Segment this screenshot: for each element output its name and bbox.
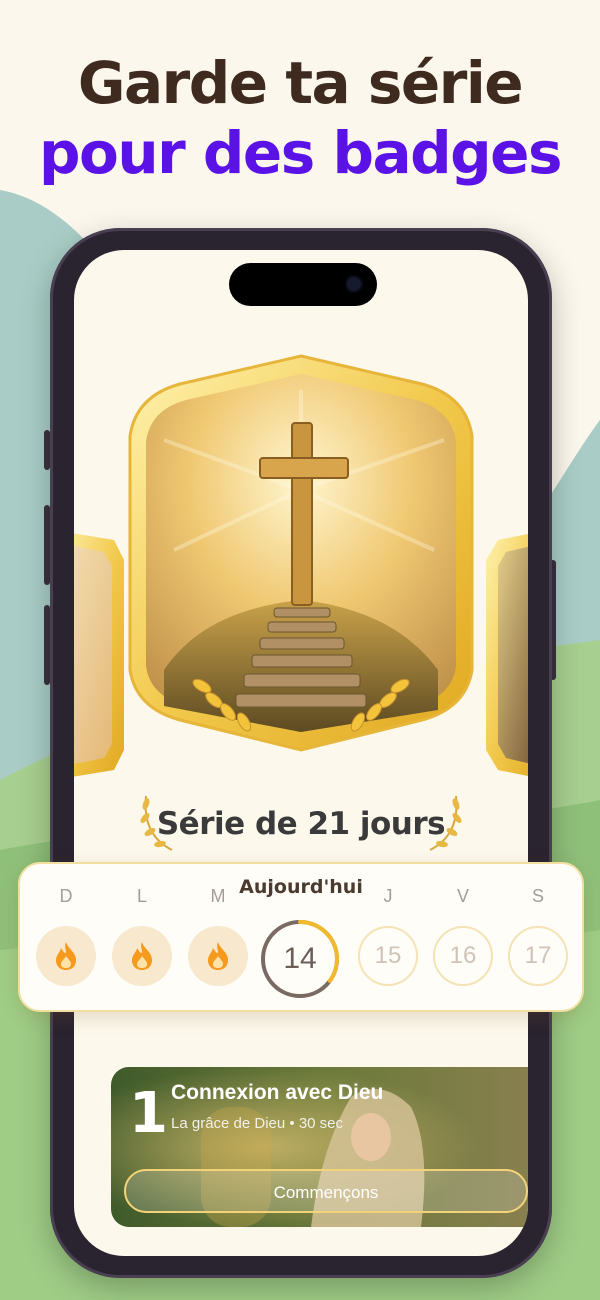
day-sunday[interactable]: D xyxy=(34,886,98,986)
session-card[interactable]: 1 Connexion avec Dieu La grâce de Dieu •… xyxy=(111,1067,528,1227)
day-letter: L xyxy=(136,886,147,906)
start-button[interactable]: Commençons xyxy=(124,1169,528,1213)
day-circle-future: 17 xyxy=(508,926,568,986)
day-thursday[interactable]: J 15 xyxy=(356,886,420,986)
badge-right-partial[interactable] xyxy=(486,530,528,780)
today-circle: 14 xyxy=(260,919,340,999)
headline-part1: Garde ta série xyxy=(77,49,524,117)
day-letter: J xyxy=(383,886,393,906)
badge-main[interactable] xyxy=(128,354,474,752)
phone-screen: Série de 21 jours 1 Connexion avec Dieu … xyxy=(74,250,528,1256)
day-letter: M xyxy=(210,886,226,906)
day-circle-done xyxy=(36,926,96,986)
day-letter xyxy=(258,888,342,914)
day-letter: S xyxy=(531,886,544,906)
day-today[interactable]: 14 xyxy=(258,888,342,999)
day-circle-future: 16 xyxy=(433,926,493,986)
day-saturday[interactable]: S 17 xyxy=(506,886,570,986)
day-friday[interactable]: V 16 xyxy=(431,886,495,986)
day-circle-done xyxy=(112,926,172,986)
camera-icon xyxy=(347,277,361,291)
flame-icon xyxy=(132,942,152,970)
dynamic-island xyxy=(229,263,377,306)
day-letter: V xyxy=(456,886,469,906)
today-date: 14 xyxy=(283,942,317,975)
badge-left-partial[interactable] xyxy=(74,530,124,780)
session-number: 1 xyxy=(129,1081,168,1146)
headline-accent: pour des badges xyxy=(38,119,563,187)
series-label: Série de 21 jours xyxy=(156,806,446,842)
day-monday[interactable]: L xyxy=(110,886,174,986)
phone-frame: Série de 21 jours 1 Connexion avec Dieu … xyxy=(50,228,552,1278)
day-tuesday[interactable]: M xyxy=(186,886,250,986)
flame-icon xyxy=(208,942,228,970)
week-streak-card: Aujourd'hui D L M 14 J 15 V 16 S 17 xyxy=(18,862,584,1012)
flame-icon xyxy=(56,942,76,970)
day-letter: D xyxy=(59,886,73,906)
day-circle-future: 15 xyxy=(358,926,418,986)
headline: Garde ta série pour des badges xyxy=(0,48,600,188)
session-title: Connexion avec Dieu xyxy=(171,1081,384,1104)
session-subtitle: La grâce de Dieu • 30 sec xyxy=(171,1115,344,1132)
day-circle-done xyxy=(188,926,248,986)
